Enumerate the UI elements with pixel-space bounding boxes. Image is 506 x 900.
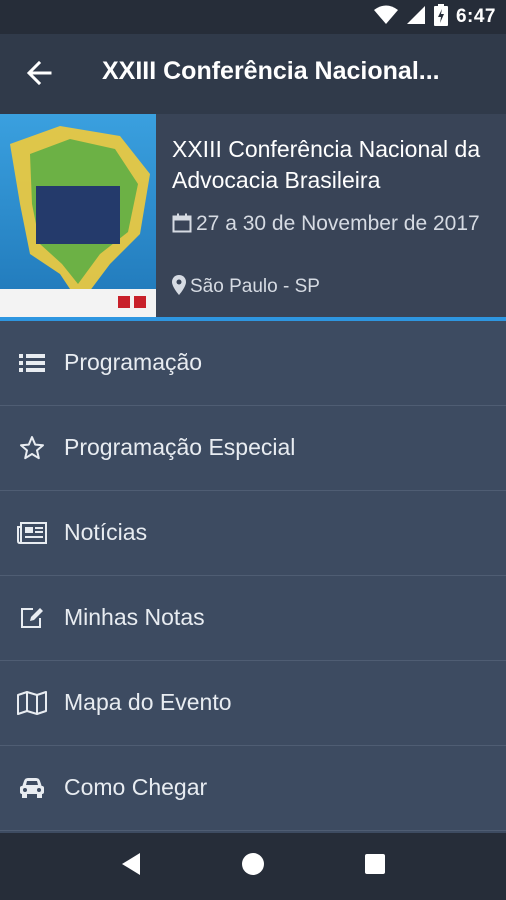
menu-item-label: Minhas Notas	[64, 604, 205, 630]
status-icons: 6:47	[373, 0, 496, 34]
event-title: XXIII Conferência Nacional da Advocacia …	[172, 136, 481, 193]
event-menu: Programação Programação Especial Notícia…	[0, 321, 506, 833]
map-marker-icon	[172, 275, 186, 303]
menu-item-como-chegar[interactable]: Como Chegar	[0, 746, 506, 831]
status-bar: 6:47	[0, 0, 506, 34]
event-location: São Paulo - SP	[172, 274, 492, 303]
status-time: 6:47	[455, 6, 496, 27]
menu-item-label: Programação	[64, 349, 203, 375]
event-poster-image	[0, 114, 156, 317]
newspaper-icon	[17, 519, 47, 547]
menu-item-label: Mapa do Evento	[64, 689, 232, 715]
circle-home-icon	[241, 852, 265, 881]
nav-back-button[interactable]	[111, 847, 151, 887]
arrow-left-icon	[26, 60, 52, 90]
menu-item-programacao[interactable]: Programação	[0, 321, 506, 406]
square-recents-icon	[364, 853, 386, 880]
nav-recents-button[interactable]	[355, 847, 395, 887]
back-button[interactable]	[18, 54, 60, 96]
system-nav-bar	[0, 833, 506, 900]
map-icon	[17, 689, 47, 717]
signal-icon	[406, 5, 426, 30]
list-icon	[17, 349, 47, 377]
event-header: XXIII Conferência Nacional da Advocacia …	[0, 114, 506, 317]
app-bar: XXIII Conferência Nacional...	[0, 34, 506, 114]
edit-icon	[17, 604, 47, 632]
menu-item-mapa-do-evento[interactable]: Mapa do Evento	[0, 661, 506, 746]
event-location-text: São Paulo - SP	[190, 276, 320, 297]
menu-item-label: Notícias	[64, 519, 148, 545]
event-date: 27 a 30 de November de 2017	[172, 210, 492, 241]
wifi-icon	[373, 5, 398, 30]
event-date-text: 27 a 30 de November de 2017	[196, 212, 480, 235]
page-title: XXIII Conferência Nacional...	[102, 57, 440, 85]
star-icon	[17, 434, 47, 462]
triangle-back-icon	[120, 852, 142, 881]
car-icon	[17, 774, 47, 802]
menu-item-label: Como Chegar	[64, 774, 208, 800]
calendar-icon	[172, 213, 192, 241]
nav-home-button[interactable]	[233, 847, 273, 887]
menu-item-label: Programação Especial	[64, 434, 296, 460]
battery-icon	[433, 3, 448, 31]
menu-item-noticias[interactable]: Notícias	[0, 491, 506, 576]
menu-item-minhas-notas[interactable]: Minhas Notas	[0, 576, 506, 661]
menu-item-programacao-especial[interactable]: Programação Especial	[0, 406, 506, 491]
